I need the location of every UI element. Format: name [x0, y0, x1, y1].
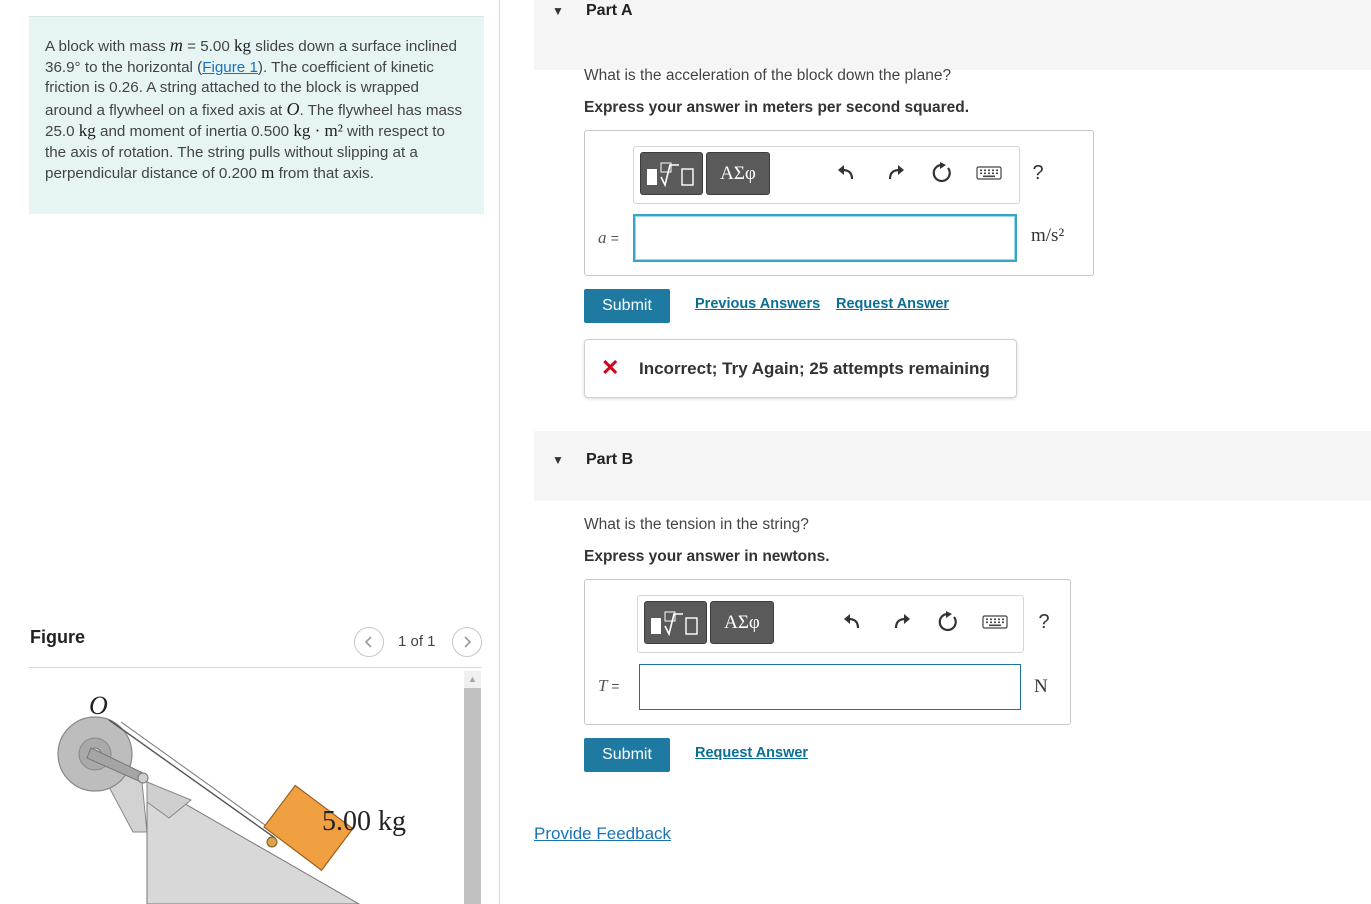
redo-icon[interactable] — [890, 610, 914, 634]
part-b-instruction: Express your answer in newtons. — [584, 548, 830, 565]
template-icon — [646, 162, 694, 187]
figure-next-button[interactable] — [452, 627, 482, 657]
math-toolbar: ΑΣφ ? — [633, 146, 1044, 204]
unit-kgm2: kg · m² — [293, 121, 343, 140]
figure-title: Figure — [30, 627, 86, 647]
keyboard-icon[interactable] — [981, 610, 1009, 634]
collapse-caret-icon: ▼ — [552, 453, 564, 467]
math-toolbar: ΑΣφ ? — [637, 595, 1050, 653]
problem-text: from that axis. — [274, 165, 374, 182]
panel-divider — [499, 0, 500, 904]
mass-variable: m — [169, 35, 183, 55]
string-hook — [266, 836, 278, 848]
previous-answers-link[interactable]: Previous Answers — [695, 296, 820, 312]
problem-text: A block with mass — [45, 38, 170, 55]
reset-icon[interactable] — [936, 610, 960, 634]
incorrect-icon: ✕ — [601, 355, 620, 380]
acceleration-input[interactable] — [633, 214, 1017, 262]
template-icon — [650, 611, 698, 636]
part-a-instruction: Express your answer in meters per second… — [584, 99, 970, 116]
figure-count: 1 of 1 — [398, 633, 436, 650]
part-a-submit-button[interactable]: Submit — [584, 289, 670, 323]
variable-label: T = — [598, 676, 620, 696]
collapse-caret-icon: ▼ — [552, 4, 564, 18]
chevron-left-icon — [364, 636, 372, 648]
problem-text: = 5.00 — [182, 38, 235, 55]
problem-text: and moment of inertia 0.500 — [95, 123, 294, 140]
template-button[interactable] — [640, 152, 703, 195]
axis-variable: O — [286, 98, 300, 119]
provide-feedback-link[interactable]: Provide Feedback — [534, 824, 671, 844]
part-b-answer-box: ΑΣφ ? T = N — [584, 579, 1071, 725]
variable-name: a — [598, 228, 607, 247]
unit-kg: kg — [78, 121, 96, 140]
part-b-title: Part B — [586, 451, 634, 468]
equals-sign: = — [611, 678, 620, 694]
unit-kg: kg — [234, 36, 252, 55]
figure-link[interactable]: Figure 1 — [202, 59, 258, 76]
part-b-question: What is the tension in the string? — [584, 516, 809, 533]
arm-pivot — [137, 772, 149, 784]
tension-input[interactable] — [639, 664, 1021, 710]
variable-name: T — [598, 676, 608, 695]
keyboard-icon[interactable] — [975, 161, 1003, 185]
problem-statement: A block with mass m = 5.00 kg slides dow… — [29, 16, 484, 214]
feedback-message: Incorrect; Try Again; 25 attempts remain… — [639, 359, 990, 378]
scrollbar-thumb[interactable] — [464, 688, 481, 904]
label-o: O — [89, 691, 108, 720]
chevron-right-icon — [464, 636, 472, 648]
part-b-request-answer-link[interactable]: Request Answer — [695, 745, 808, 761]
help-icon[interactable]: ? — [1032, 610, 1056, 634]
part-b-header[interactable]: ▼ Part B — [534, 431, 1371, 501]
part-a-question: What is the acceleration of the block do… — [584, 67, 952, 84]
redo-icon[interactable] — [884, 161, 908, 185]
help-icon[interactable]: ? — [1026, 161, 1050, 185]
part-a-feedback: ✕ Incorrect; Try Again; 25 attempts rema… — [584, 339, 1017, 398]
equals-sign: = — [610, 230, 619, 246]
part-b-submit-button[interactable]: Submit — [584, 738, 670, 772]
unit-label: N — [1034, 676, 1048, 697]
figure-prev-button[interactable] — [354, 627, 384, 657]
undo-icon[interactable] — [840, 610, 864, 634]
part-a-header[interactable]: ▼ Part A — [534, 0, 1371, 70]
greek-button[interactable]: ΑΣφ — [710, 601, 774, 644]
part-a-answer-box: ΑΣφ ? a = m/s² — [584, 130, 1094, 276]
unit-m: m — [261, 163, 275, 182]
scroll-up-arrow-icon[interactable]: ▲ — [464, 671, 481, 688]
reset-icon[interactable] — [930, 161, 954, 185]
unit-label: m/s² — [1031, 225, 1065, 246]
part-a-request-answer-link[interactable]: Request Answer — [836, 296, 949, 312]
label-mass: 5.00 kg — [322, 806, 406, 837]
figure-diagram: O 5.00 kg — [57, 691, 406, 904]
variable-label: a = — [598, 228, 619, 248]
greek-button[interactable]: ΑΣφ — [706, 152, 770, 195]
part-a-title: Part A — [586, 2, 633, 19]
undo-icon[interactable] — [834, 161, 858, 185]
figure-separator — [29, 667, 482, 668]
template-button[interactable] — [644, 601, 707, 644]
